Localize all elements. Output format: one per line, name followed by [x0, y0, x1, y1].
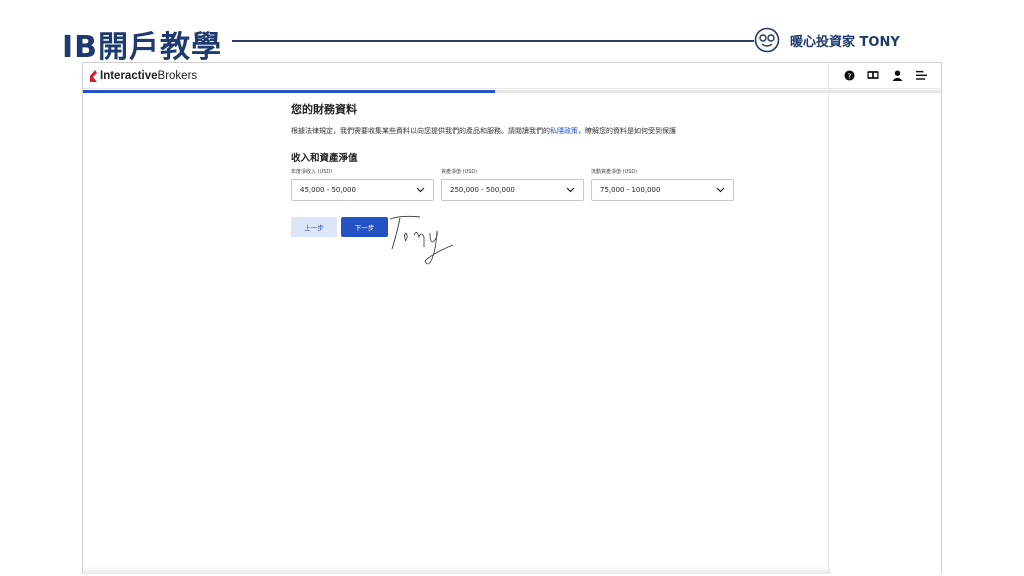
form-content: 您的財務資料 根據法律規定，我們需要收集某些資料以向您提供我們的產品和服務。請閱…: [291, 101, 761, 164]
select-value: 45,000 - 50,000: [300, 186, 356, 194]
slide-title: IB開戶教學: [62, 30, 223, 65]
page-description: 根據法律規定，我們需要收集某些資料以向您提供我們的產品和服務。請閱讀我們的私隱政…: [291, 127, 676, 135]
privacy-policy-link[interactable]: 私隱政策: [550, 127, 578, 135]
chevron-down-icon: [416, 187, 425, 193]
page-title: 您的財務資料: [291, 103, 357, 116]
ib-logo[interactable]: InteractiveBrokers: [89, 70, 197, 82]
handwritten-signature: [389, 215, 454, 265]
select-value: 250,000 - 500,000: [450, 186, 515, 194]
back-button[interactable]: 上一步: [291, 217, 337, 237]
help-icon[interactable]: ?: [843, 69, 855, 81]
brand-logo-icon: [754, 27, 780, 53]
brand: 暖心投資家 TONY: [754, 26, 900, 54]
progress-bar: [83, 90, 941, 93]
liquid-net-worth-select[interactable]: 75,000 - 100,000: [591, 179, 734, 201]
section-title: 收入和資產淨值: [291, 153, 358, 164]
bottom-shade: [83, 566, 831, 574]
user-icon[interactable]: [891, 69, 903, 81]
svg-text:?: ?: [847, 71, 851, 80]
chevron-down-icon: [716, 187, 725, 193]
liquid-net-worth-field: 流動資產淨值 (USD) 75,000 - 100,000: [591, 168, 734, 201]
progress-fill: [83, 90, 495, 93]
field-label: 流動資產淨值 (USD): [591, 169, 638, 175]
net-worth-select[interactable]: 250,000 - 500,000: [441, 179, 584, 201]
menu-icon[interactable]: [915, 69, 927, 81]
top-bar: InteractiveBrokers ?: [83, 63, 941, 89]
title-divider: [232, 40, 754, 42]
language-icon[interactable]: [867, 69, 879, 81]
brand-text: 暖心投資家 TONY: [790, 34, 900, 50]
field-label: 資產淨值 (USD): [441, 169, 478, 175]
ib-flame-icon: [90, 70, 97, 82]
annual-income-field: 年度淨收入 (USD) 45,000 - 50,000: [291, 168, 434, 201]
window-divider: [828, 62, 829, 574]
browser-window: InteractiveBrokers ? 您的財務資料 根據法律規定，我們需要收…: [82, 62, 942, 574]
select-value: 75,000 - 100,000: [600, 186, 661, 194]
chevron-down-icon: [566, 187, 575, 193]
ib-wordmark: InteractiveBrokers: [100, 70, 198, 82]
field-label: 年度淨收入 (USD): [291, 169, 333, 175]
top-icons: ?: [843, 69, 927, 81]
net-worth-field: 資產淨值 (USD) 250,000 - 500,000: [441, 168, 584, 201]
annual-income-select[interactable]: 45,000 - 50,000: [291, 179, 434, 201]
